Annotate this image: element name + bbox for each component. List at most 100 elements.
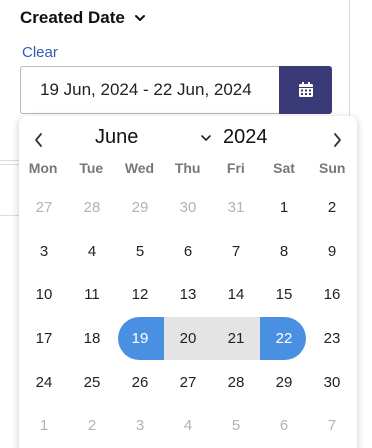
day-number: 4 xyxy=(183,417,193,435)
day-number: 15 xyxy=(275,286,293,304)
calendar-day[interactable]: 23 xyxy=(308,317,356,361)
day-number: 13 xyxy=(179,286,197,304)
calendar-day[interactable]: 24 xyxy=(20,360,68,404)
day-number: 5 xyxy=(135,242,145,260)
calendar-day[interactable]: 13 xyxy=(164,273,212,317)
calendar-day[interactable]: 5 xyxy=(116,230,164,274)
day-number: 19 xyxy=(131,330,149,348)
calendar-day[interactable]: 30 xyxy=(308,360,356,404)
calendar-day[interactable]: 15 xyxy=(260,273,308,317)
calendar-day[interactable]: 28 xyxy=(212,360,260,404)
calendar-week-row: 3 4 5 6 7 8 9 xyxy=(20,230,356,274)
calendar-day[interactable]: 6 xyxy=(164,230,212,274)
day-number: 30 xyxy=(323,373,341,391)
weekday-label: Tue xyxy=(79,160,104,176)
created-date-filter-header[interactable]: Created Date xyxy=(20,8,147,28)
calendar-day[interactable]: 16 xyxy=(308,273,356,317)
year-select[interactable]: 2024 xyxy=(223,126,268,149)
day-number: 31 xyxy=(227,199,245,217)
calendar-day-outside-month[interactable]: 7 xyxy=(308,404,356,448)
calendar-day[interactable]: 11 xyxy=(68,273,116,317)
day-number: 9 xyxy=(327,242,337,260)
calendar-day-outside-month[interactable]: 31 xyxy=(212,186,260,230)
day-number: 11 xyxy=(84,286,100,304)
weekday-label: Sun xyxy=(318,160,346,176)
date-range-input[interactable]: 19 Jun, 2024 - 22 Jun, 2024 xyxy=(20,66,279,114)
calendar-day-outside-month[interactable]: 30 xyxy=(164,186,212,230)
weekday-header: Mon Tue Wed Thu Fri Sat Sun xyxy=(19,160,357,176)
calendar-week-row: 10 11 12 13 14 15 16 xyxy=(20,273,356,317)
day-number: 24 xyxy=(35,373,53,391)
day-number: 8 xyxy=(279,242,289,260)
chevron-down-icon xyxy=(201,135,211,141)
calendar-day-outside-month[interactable]: 6 xyxy=(260,404,308,448)
calendar-day[interactable]: 10 xyxy=(20,273,68,317)
day-number: 29 xyxy=(275,373,293,391)
calendar-day-outside-month[interactable]: 28 xyxy=(68,186,116,230)
calendar-day[interactable]: 25 xyxy=(68,360,116,404)
calendar-day[interactable]: 9 xyxy=(308,230,356,274)
day-number: 16 xyxy=(323,286,341,304)
calendar-day[interactable]: 12 xyxy=(116,273,164,317)
day-number: 7 xyxy=(327,417,337,435)
calendar-day-outside-month[interactable]: 27 xyxy=(20,186,68,230)
day-number: 3 xyxy=(135,417,145,435)
calendar-day[interactable]: 26 xyxy=(116,360,164,404)
calendar-day[interactable]: 3 xyxy=(20,230,68,274)
day-number: 18 xyxy=(83,330,101,348)
calendar-day[interactable]: 7 xyxy=(212,230,260,274)
calendar-day-range-start[interactable]: 19 xyxy=(116,316,164,361)
day-number: 26 xyxy=(131,373,149,391)
day-number: 30 xyxy=(179,199,197,217)
calendar-day-in-range[interactable]: 20 xyxy=(164,316,212,361)
day-number: 28 xyxy=(227,373,245,391)
weekday-label: Mon xyxy=(28,160,58,176)
day-number: 27 xyxy=(35,199,53,217)
prev-month-button[interactable] xyxy=(27,128,51,152)
calendar-day-outside-month[interactable]: 1 xyxy=(20,404,68,448)
calendar-day-outside-month[interactable]: 4 xyxy=(164,404,212,448)
day-number: 14 xyxy=(227,286,245,304)
date-range-field: 19 Jun, 2024 - 22 Jun, 2024 xyxy=(20,66,332,114)
chevron-left-icon xyxy=(35,133,42,147)
month-select[interactable]: June xyxy=(95,126,211,149)
next-month-button[interactable] xyxy=(325,128,349,152)
day-number: 3 xyxy=(39,242,49,260)
calendar-day[interactable]: 27 xyxy=(164,360,212,404)
calendar-day-outside-month[interactable]: 2 xyxy=(68,404,116,448)
calendar-day[interactable]: 14 xyxy=(212,273,260,317)
day-number: 7 xyxy=(231,242,241,260)
calendar-day-range-end[interactable]: 22 xyxy=(260,316,308,361)
calendar-day-grid: 27 28 29 30 31 1 2 3 4 5 6 7 8 9 10 11 12 13 14 15 16 17 18 19 2… xyxy=(20,186,356,448)
calendar-day-in-range[interactable]: 21 xyxy=(212,316,260,361)
day-number: 28 xyxy=(83,199,101,217)
day-number: 17 xyxy=(35,330,53,348)
day-number: 6 xyxy=(279,417,289,435)
calendar-week-row: 24 25 26 27 28 29 30 xyxy=(20,360,356,404)
day-number: 2 xyxy=(327,199,337,217)
calendar-day-outside-month[interactable]: 5 xyxy=(212,404,260,448)
calendar-day[interactable]: 29 xyxy=(260,360,308,404)
day-number: 22 xyxy=(275,330,293,348)
day-number: 5 xyxy=(231,417,241,435)
day-number: 2 xyxy=(87,417,97,435)
chevron-right-icon xyxy=(334,133,341,147)
day-number: 20 xyxy=(179,330,197,348)
calendar-day[interactable]: 4 xyxy=(68,230,116,274)
clear-link[interactable]: Clear xyxy=(22,44,58,61)
day-number: 6 xyxy=(183,242,193,260)
calendar-week-row: 17 18 19 20 21 22 23 xyxy=(20,316,356,361)
calendar-day[interactable]: 18 xyxy=(68,317,116,361)
calendar-button[interactable] xyxy=(279,66,332,114)
day-number: 25 xyxy=(83,373,101,391)
calendar-day[interactable]: 8 xyxy=(260,230,308,274)
calendar-day-outside-month[interactable]: 29 xyxy=(116,186,164,230)
calendar-day[interactable]: 17 xyxy=(20,317,68,361)
day-number: 12 xyxy=(131,286,149,304)
day-number: 23 xyxy=(323,330,341,348)
calendar-day[interactable]: 1 xyxy=(260,186,308,230)
calendar-day[interactable]: 2 xyxy=(308,186,356,230)
day-number: 29 xyxy=(131,199,149,217)
calendar-day-outside-month[interactable]: 3 xyxy=(116,404,164,448)
weekday-label: Wed xyxy=(124,160,155,176)
